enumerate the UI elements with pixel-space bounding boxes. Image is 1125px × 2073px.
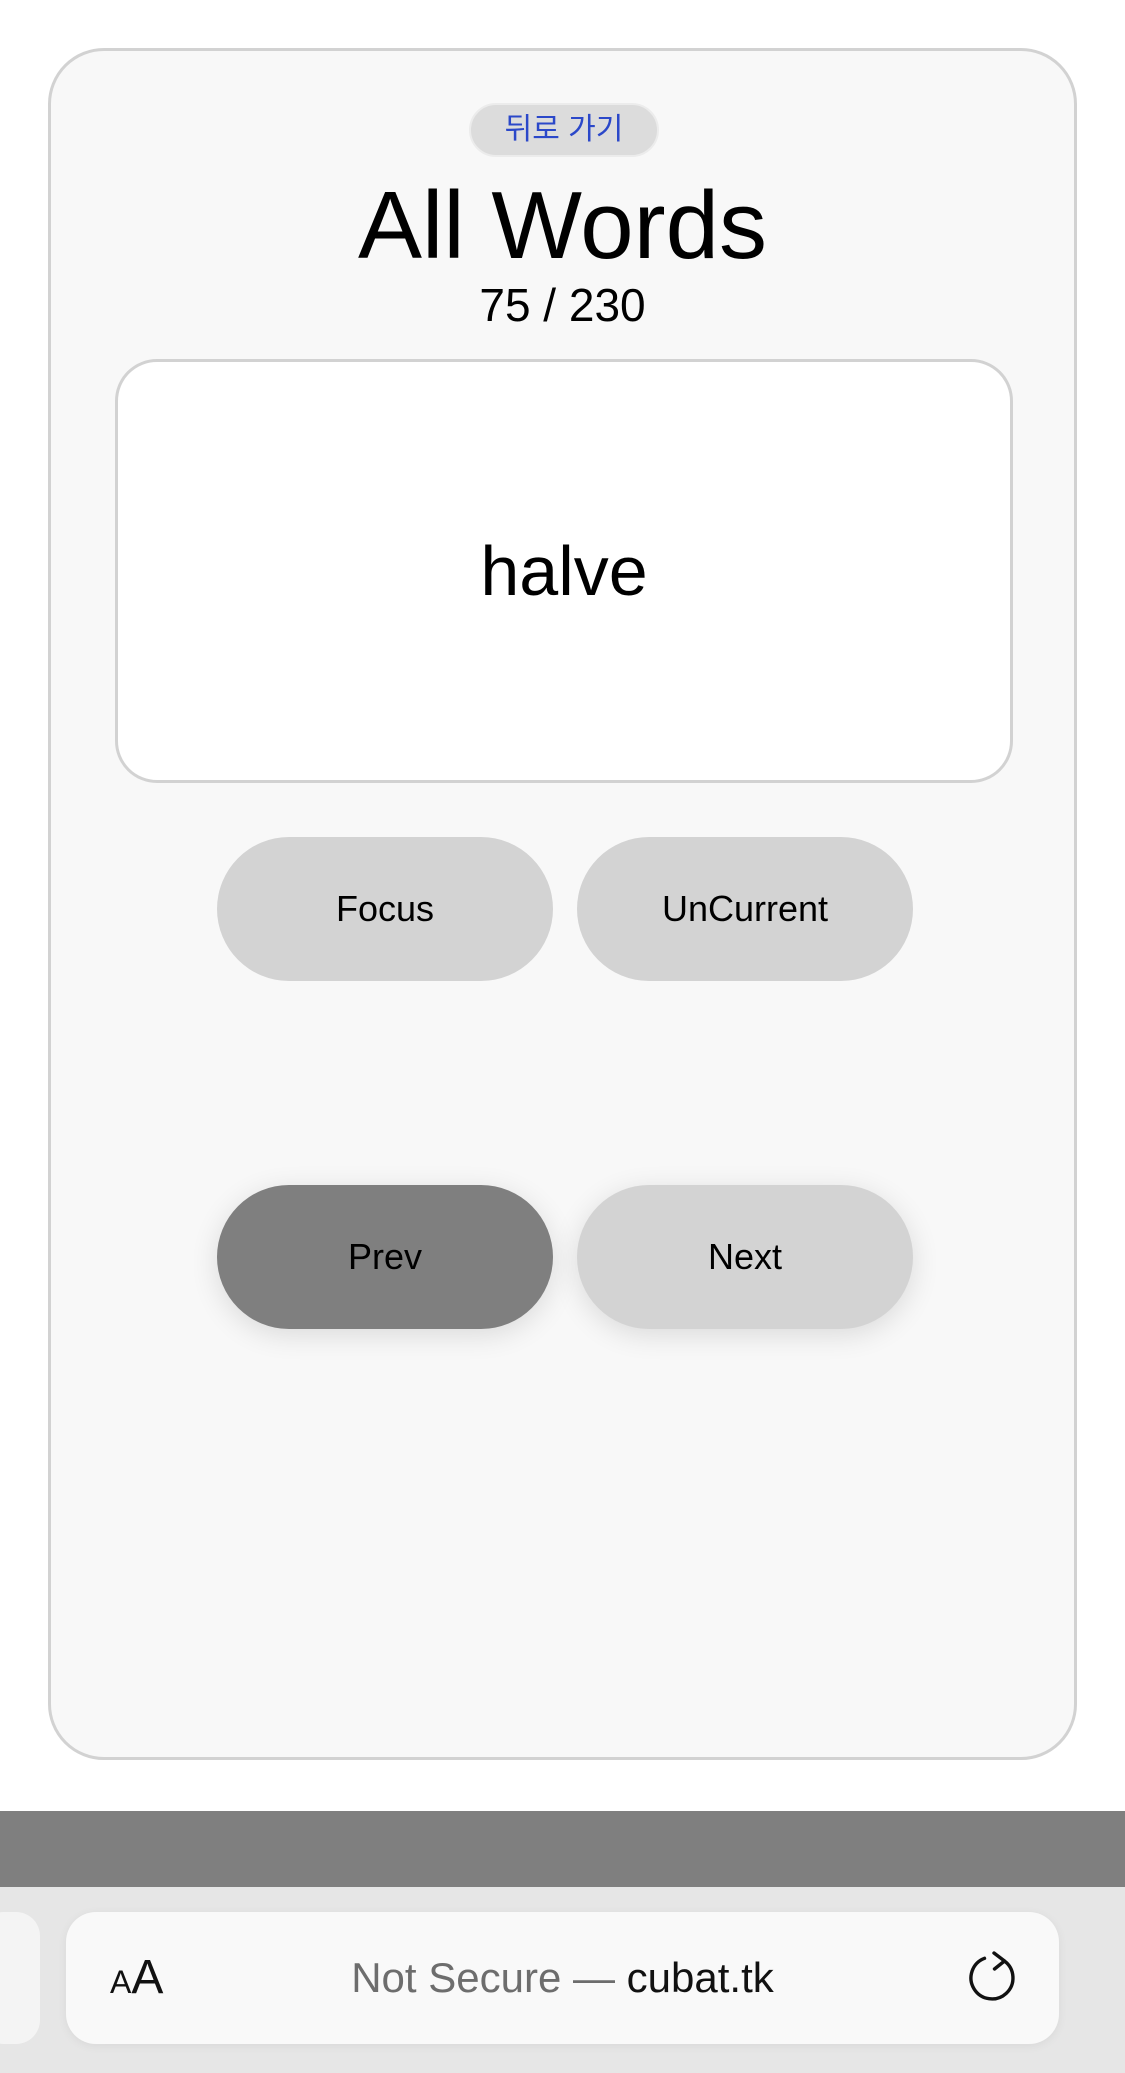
- reload-icon[interactable]: [964, 1950, 1020, 2006]
- next-button[interactable]: Next: [577, 1185, 913, 1329]
- focus-button[interactable]: Focus: [217, 837, 553, 981]
- browser-toolbar: AA Not Secure — cubat.tk: [0, 1887, 1125, 2073]
- url-domain: cubat.tk: [626, 1954, 774, 2001]
- flashcard-word: halve: [480, 532, 648, 610]
- uncurrent-button[interactable]: UnCurrent: [577, 837, 913, 981]
- adjacent-tab-preview[interactable]: [0, 1912, 40, 2044]
- back-button[interactable]: 뒤로 가기: [469, 103, 659, 157]
- page-title: All Words: [358, 172, 767, 279]
- gray-strip: [0, 1811, 1125, 1887]
- address-bar[interactable]: AA Not Secure — cubat.tk: [66, 1912, 1059, 2044]
- prev-button[interactable]: Prev: [217, 1185, 553, 1329]
- app-card: 뒤로 가기 All Words 75 / 230 halve Focus UnC…: [48, 48, 1077, 1760]
- flashcard[interactable]: halve: [115, 359, 1013, 783]
- url-display[interactable]: Not Secure — cubat.tk: [66, 1948, 1059, 2008]
- security-status: Not Secure —: [351, 1954, 627, 2001]
- progress-counter: 75 / 230: [479, 279, 646, 331]
